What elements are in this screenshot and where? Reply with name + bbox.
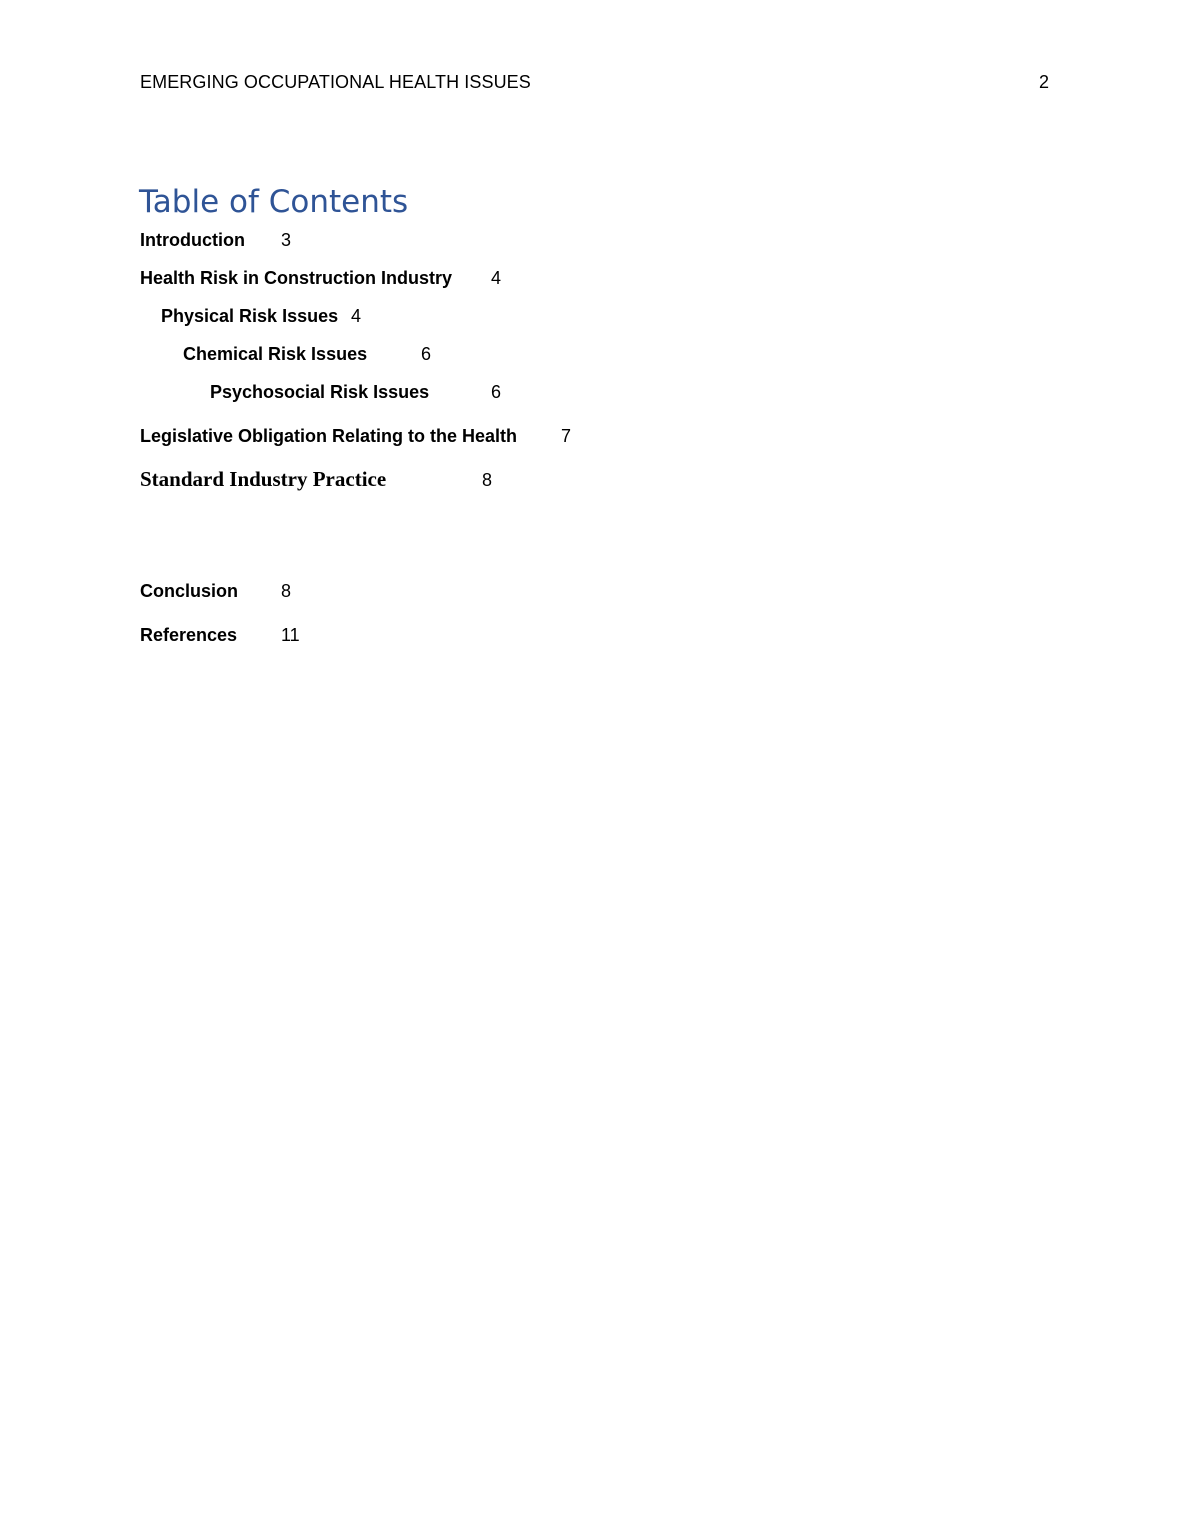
toc-entry-page: 4	[491, 268, 502, 288]
toc-entry-title: References	[140, 625, 238, 645]
toc-entry-title: Chemical Risk Issues	[183, 344, 368, 364]
toc-entry-page: 11	[281, 625, 300, 645]
toc-entry-title: Health Risk in Construction Industry	[140, 268, 453, 288]
document-page: EMERGING OCCUPATIONAL HEALTH ISSUES 2 Ta…	[0, 0, 1190, 1540]
toc-entry-title: Physical Risk Issues	[161, 306, 339, 326]
toc-entry-page: 4	[351, 306, 362, 326]
toc-entry-title: Introduction	[140, 230, 245, 250]
running-head: EMERGING OCCUPATIONAL HEALTH ISSUES	[140, 72, 531, 92]
toc-entry-page: 6	[421, 344, 432, 364]
toc-entry-page: 3	[281, 230, 292, 250]
toc-entry-page: 6	[491, 382, 502, 402]
toc-entry-page: 8	[482, 470, 493, 490]
page-number: 2	[1039, 72, 1050, 92]
toc-entry-page: 7	[561, 426, 572, 446]
toc-entry-title: Legislative Obligation Relating to the H…	[140, 426, 518, 446]
toc-entry-page: 8	[281, 581, 292, 601]
toc-entry-title: Standard Industry Practice	[140, 467, 387, 491]
toc-entry-title: Conclusion	[140, 581, 238, 601]
toc-entry-title: Psychosocial Risk Issues	[210, 382, 430, 402]
toc-heading: Table of Contents	[139, 184, 409, 220]
